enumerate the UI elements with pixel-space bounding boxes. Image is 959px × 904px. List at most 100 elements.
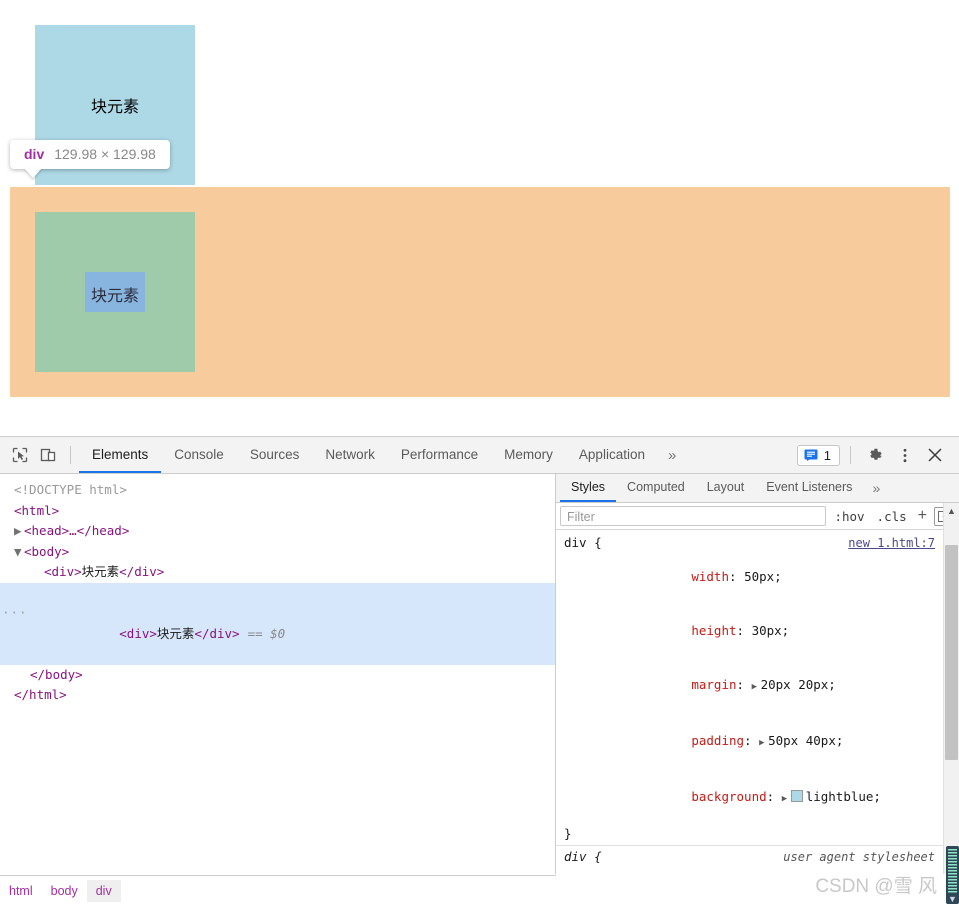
- div-one-text: 块元素: [81, 564, 120, 579]
- inspector-tooltip-dimensions: 129.98 × 129.98: [54, 146, 156, 162]
- expand-shorthand-icon[interactable]: ▶: [759, 734, 768, 752]
- doctype-text: <!DOCTYPE html>: [14, 482, 127, 497]
- div-two-open: <div>: [119, 625, 157, 641]
- styles-scrollbar[interactable]: ▲: [943, 503, 959, 874]
- dom-line-body-close[interactable]: </body>: [0, 665, 555, 686]
- ua-rule-selector: div {: [564, 849, 602, 864]
- more-tabs-icon[interactable]: »: [658, 437, 686, 473]
- scroll-down-arrow-icon[interactable]: ▼: [946, 894, 959, 904]
- gear-icon[interactable]: [861, 442, 889, 468]
- declaration-background[interactable]: background: ▶ lightblue;: [564, 770, 959, 826]
- close-icon[interactable]: [921, 442, 949, 468]
- expand-shorthand-icon[interactable]: ▶: [752, 678, 761, 696]
- tab-elements[interactable]: Elements: [79, 437, 162, 473]
- styles-filter-input[interactable]: Filter: [560, 506, 827, 526]
- color-swatch-icon[interactable]: [790, 790, 803, 802]
- div-one-open: <div>: [44, 564, 82, 579]
- tab-memory[interactable]: Memory: [491, 437, 566, 473]
- html-close-tag: </html>: [14, 687, 67, 702]
- dom-line-html-close[interactable]: </html>: [0, 685, 555, 706]
- tab-event-listeners[interactable]: Event Listeners: [755, 474, 863, 502]
- message-count-badge[interactable]: 1: [796, 444, 840, 466]
- rule-close-brace: }: [564, 826, 572, 841]
- tab-performance[interactable]: Performance: [388, 437, 491, 473]
- style-rule-author[interactable]: div { new 1.html:7 width: 50px; height: …: [556, 532, 959, 846]
- message-count: 1: [823, 447, 831, 463]
- declaration-width[interactable]: width: 50px;: [564, 550, 959, 604]
- dom-line-div-two[interactable]: ··· <div>块元素</div> == $0: [0, 582, 555, 665]
- tab-sources[interactable]: Sources: [237, 437, 313, 473]
- page-scrollbar[interactable]: ▼: [946, 846, 959, 904]
- declaration-value[interactable]: 50px;: [744, 569, 782, 584]
- toolbar-divider-2: [850, 446, 851, 464]
- tab-layout[interactable]: Layout: [696, 474, 756, 502]
- devtools-tab-list: Elements Console Sources Network Perform…: [79, 437, 686, 473]
- screenshot-root: 块元素 块元素 div 129.98 × 129.98 Elements Con…: [0, 0, 959, 904]
- declaration-value[interactable]: 50px 40px;: [768, 733, 843, 748]
- html-open-tag: <html>: [14, 502, 60, 518]
- breadcrumb: html body div: [0, 875, 556, 904]
- expand-arrow-head-icon[interactable]: ▶: [14, 521, 24, 542]
- selected-node-marker: == $0: [247, 625, 286, 641]
- rendered-page-area: 块元素 块元素 div 129.98 × 129.98: [0, 0, 959, 436]
- devtools-body: <!DOCTYPE html> <html> ▶ <head>…</head> ▼…: [0, 474, 959, 874]
- node-ellipsis-icon[interactable]: ···: [2, 603, 28, 624]
- declaration-padding[interactable]: padding: ▶ 50px 40px;: [564, 714, 959, 770]
- force-state-button[interactable]: :hov: [830, 509, 868, 524]
- content-highlight-overlay[interactable]: 块元素: [85, 272, 145, 312]
- dom-line-head[interactable]: ▶ <head>…</head>: [0, 521, 555, 542]
- tab-styles[interactable]: Styles: [560, 474, 617, 502]
- tab-computed[interactable]: Computed: [616, 474, 696, 502]
- block-element-two-label: 块元素: [90, 286, 139, 305]
- inspector-tooltip-tag: div: [24, 146, 45, 162]
- breadcrumb-item-div[interactable]: div: [86, 879, 121, 902]
- breadcrumb-item-html[interactable]: html: [0, 880, 42, 902]
- dom-tree-pane[interactable]: <!DOCTYPE html> <html> ▶ <head>…</head> ▼…: [0, 474, 556, 874]
- declaration-property[interactable]: height: [691, 623, 736, 638]
- inspect-cursor-icon[interactable]: [6, 442, 34, 468]
- declaration-property[interactable]: background: [691, 789, 766, 804]
- styles-rule-list: div { new 1.html:7 width: 50px; height: …: [556, 530, 959, 874]
- declaration-height[interactable]: height: 30px;: [564, 604, 959, 658]
- collapse-arrow-body-icon[interactable]: ▼: [14, 542, 24, 563]
- declaration-property[interactable]: padding: [691, 733, 744, 748]
- expand-shorthand-icon[interactable]: ▶: [782, 790, 791, 808]
- declaration-value[interactable]: lightblue;: [806, 789, 881, 804]
- new-style-rule-button[interactable]: +: [915, 507, 930, 525]
- scroll-up-arrow-icon[interactable]: ▲: [944, 503, 959, 518]
- block-element-one-label: 块元素: [90, 97, 139, 116]
- rule-selector[interactable]: div {: [564, 535, 602, 550]
- styles-scrollbar-thumb[interactable]: [945, 545, 958, 760]
- declaration-display: display: block;: [564, 864, 959, 874]
- div-one-close: </div>: [119, 564, 165, 579]
- breadcrumb-item-body[interactable]: body: [42, 880, 87, 902]
- style-rule-user-agent[interactable]: div { user agent stylesheet display: blo…: [556, 846, 959, 874]
- kebab-menu-icon[interactable]: [891, 442, 919, 468]
- dom-line-div-one[interactable]: <div>块元素</div>: [0, 562, 555, 583]
- declaration-property[interactable]: margin: [691, 677, 736, 692]
- styles-more-tabs-icon[interactable]: »: [863, 474, 889, 502]
- declaration-property[interactable]: width: [691, 569, 729, 584]
- tab-console[interactable]: Console: [161, 437, 237, 473]
- inspector-tooltip: div 129.98 × 129.98: [10, 140, 170, 169]
- toolbar-right-group: 1: [796, 442, 953, 468]
- body-close-tag: </body>: [30, 666, 83, 682]
- tab-application[interactable]: Application: [566, 437, 658, 473]
- styles-pane: Styles Computed Layout Event Listeners »…: [556, 474, 959, 874]
- message-icon: [804, 449, 818, 461]
- styles-filter-row: Filter :hov .cls +: [556, 503, 959, 530]
- tab-network[interactable]: Network: [312, 437, 388, 473]
- rule-source-link-text[interactable]: new 1.html:7: [848, 536, 935, 550]
- div-two-close: </div>: [194, 625, 240, 641]
- device-toolbar-icon[interactable]: [34, 442, 62, 468]
- dom-line-body-open[interactable]: ▼ <body>: [0, 542, 555, 563]
- declaration-value[interactable]: 20px 20px;: [761, 677, 836, 692]
- element-classes-button[interactable]: .cls: [873, 509, 911, 524]
- body-open-tag: <body>: [24, 543, 70, 559]
- page-scrollbar-thumb[interactable]: [948, 849, 957, 893]
- dom-line-html-open[interactable]: <html>: [0, 501, 555, 522]
- declaration-value[interactable]: 30px;: [752, 623, 790, 638]
- rule-source-link[interactable]: new 1.html:7: [848, 536, 935, 550]
- dom-line-doctype[interactable]: <!DOCTYPE html>: [0, 480, 555, 501]
- declaration-margin[interactable]: margin: ▶ 20px 20px;: [564, 658, 959, 714]
